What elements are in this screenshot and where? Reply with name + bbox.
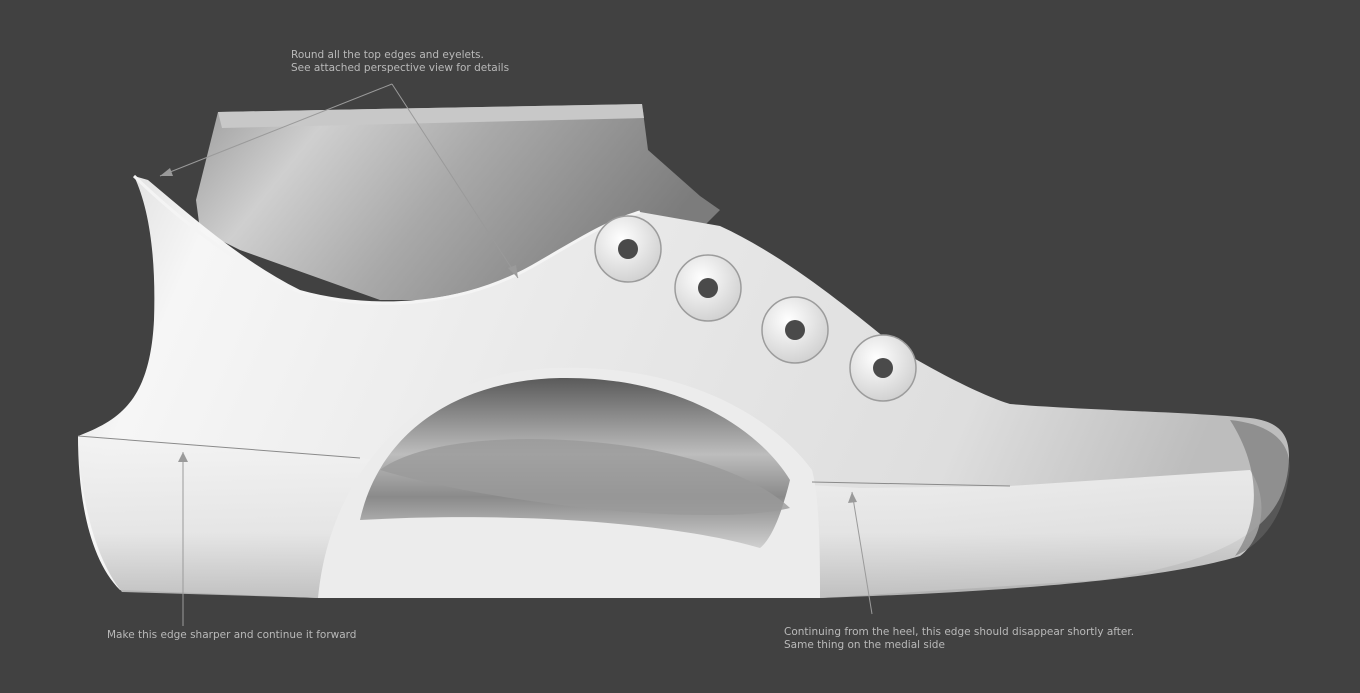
design-review-canvas: Round all the top edges and eyelets. See…	[0, 0, 1360, 693]
annotation-medial-edge-line1: Continuing from the heel, this edge shou…	[784, 626, 1135, 638]
eyelet-4	[849, 334, 917, 402]
annotation-top-edges-line1: Round all the top edges and eyelets.	[291, 49, 484, 61]
annotation-medial-edge-line2: Same thing on the medial side	[784, 639, 945, 651]
eyelet-1	[594, 215, 662, 283]
eyelet-3	[761, 296, 829, 364]
annotation-top-edges: Round all the top edges and eyelets. See…	[291, 49, 509, 75]
annotation-top-edges-line2: See attached perspective view for detail…	[291, 62, 510, 74]
annotation-medial-edge: Continuing from the heel, this edge shou…	[784, 626, 1134, 652]
eyelet-2	[674, 254, 742, 322]
annotation-heel-edge: Make this edge sharper and continue it f…	[107, 629, 356, 642]
annotation-heel-edge-line1: Make this edge sharper and continue it f…	[107, 629, 357, 641]
shoe-3d-render	[77, 83, 1290, 626]
